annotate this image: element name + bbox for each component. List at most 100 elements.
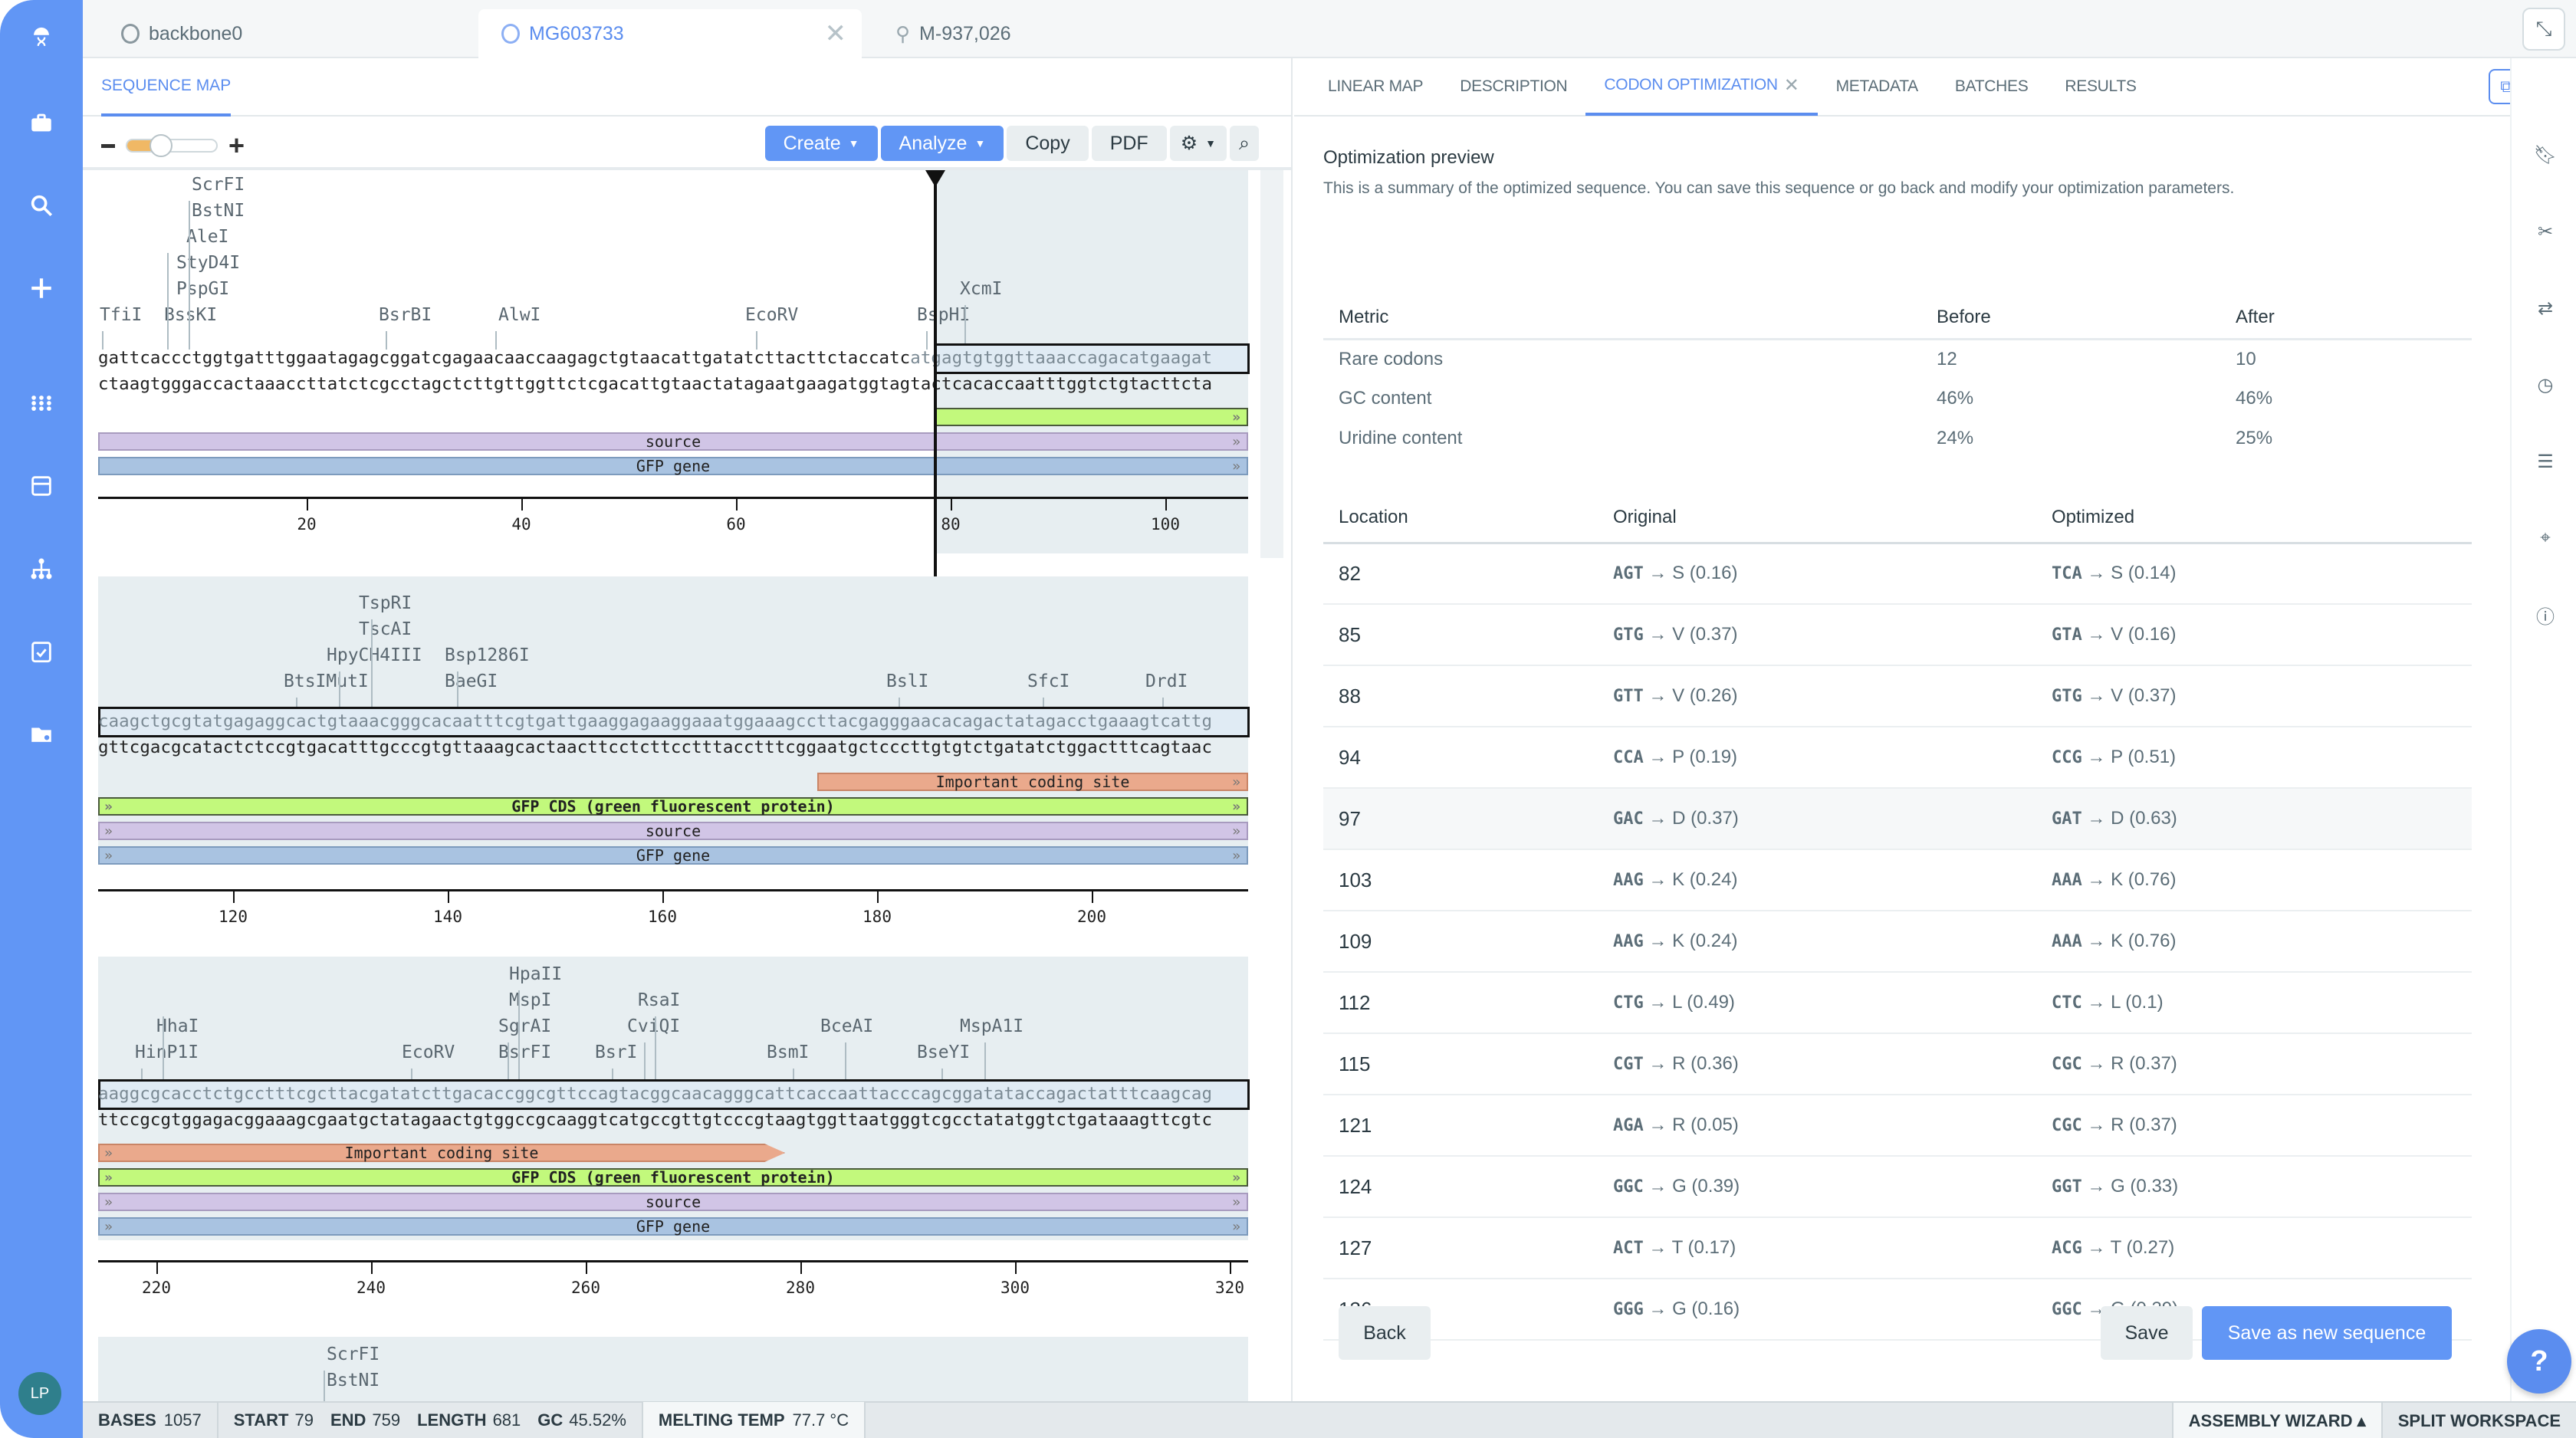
file-tab-backbone0[interactable]: backbone0 — [98, 9, 481, 58]
scissors-icon[interactable]: ✂ — [2530, 216, 2561, 247]
minimize-workspace-button[interactable]: ⤡ — [2522, 8, 2565, 51]
zoom-slider-handle[interactable] — [150, 134, 172, 157]
info-icon[interactable]: ⓘ — [2530, 599, 2561, 630]
codon-row[interactable]: 85 GTG → V (0.37) GTA → V (0.16) — [1323, 604, 2472, 666]
codon-row[interactable]: 88 GTT → V (0.26) GTG → V (0.37) — [1323, 665, 2472, 727]
enzyme-label[interactable]: PspGI — [176, 279, 229, 299]
melting-temp[interactable]: MELTING TEMP 77.7 °C — [642, 1402, 866, 1438]
save-button[interactable]: Save — [2101, 1306, 2193, 1360]
enzyme-label[interactable]: CviQI — [627, 1016, 680, 1036]
tab-codon-optimization[interactable]: CODON OPTIMIZATION ✕ — [1585, 57, 1818, 116]
bookmark-icon[interactable]: 🔖︎ — [2530, 140, 2561, 170]
tab-results[interactable]: RESULTS — [2046, 57, 2154, 116]
enzyme-label[interactable]: Bsp1286I — [445, 645, 530, 665]
codon-row[interactable]: 82 AGT → S (0.16) TCA → S (0.14) — [1323, 543, 2472, 605]
feature-gfp-cds[interactable]: » GFP CDS (green fluorescent protein) » — [98, 797, 1248, 816]
codon-row[interactable]: 103 AAG → K (0.24) AAA → K (0.76) — [1323, 849, 2472, 911]
tab-metadata[interactable]: METADATA — [1818, 57, 1937, 116]
folder-shared-icon[interactable] — [18, 711, 64, 757]
enzyme-label[interactable]: EcoRV — [402, 1042, 455, 1062]
tab-batches[interactable]: BATCHES — [1937, 57, 2047, 116]
file-tab-m937026[interactable]: ⚲ M-937,026 — [872, 9, 1256, 58]
back-button[interactable]: Back — [1339, 1306, 1431, 1360]
zoom-slider[interactable] — [126, 134, 218, 157]
sequence-viewer[interactable]: ScrFI BstNI AleI StyD4I PspGI TfiI BssKI… — [83, 170, 1293, 1401]
enzyme-label[interactable]: MspI — [509, 990, 551, 1010]
enzyme-label[interactable]: ScrFI — [327, 1344, 380, 1364]
help-button[interactable]: ? — [2507, 1329, 2571, 1394]
codon-row[interactable]: 112 CTG → L (0.49) CTC → L (0.1) — [1323, 972, 2472, 1034]
enzyme-label[interactable]: BsrFI — [498, 1042, 551, 1062]
create-button[interactable]: Create ▼ — [764, 126, 878, 161]
codon-row[interactable]: 109 AAG → K (0.24) AAA → K (0.76) — [1323, 911, 2472, 973]
enzyme-label[interactable]: BtsIMutI — [284, 671, 369, 691]
forward-strand[interactable]: caagctgcgtatgagaggcactgtaaacgggcacaatttc… — [98, 711, 1212, 731]
find-button[interactable]: ⌕ — [1229, 126, 1259, 161]
reverse-strand[interactable]: gttcgacgcatactctccgtgacatttgcccgtgttaaag… — [98, 737, 1212, 757]
align-left-icon[interactable]: ☰ — [2530, 446, 2561, 477]
analyze-button[interactable]: Analyze ▼ — [880, 126, 1004, 161]
assembly-wizard-button[interactable]: ASSEMBLY WIZARD ▴ — [2171, 1403, 2381, 1438]
enzyme-label[interactable]: HpaII — [509, 964, 562, 984]
hierarchy-icon[interactable] — [18, 546, 64, 592]
enzyme-label[interactable]: AlwI — [498, 305, 540, 325]
plus-icon[interactable] — [18, 265, 64, 311]
file-tab-mg603733[interactable]: MG603733 ✕ — [478, 9, 862, 58]
close-tab-icon[interactable]: ✕ — [825, 18, 847, 49]
enzyme-label[interactable]: XcmI — [960, 279, 1002, 299]
reverse-strand[interactable]: ctaagtgggaccactaaaccttatctcgcctagctcttgt… — [98, 374, 1212, 394]
codon-row[interactable]: 121 AGA → R (0.05) CGC → R (0.37) — [1323, 1095, 2472, 1157]
settings-dropdown-button[interactable]: ⚙ ▼ — [1169, 126, 1227, 161]
feature-source[interactable]: » source » — [98, 1193, 1248, 1211]
enzyme-label[interactable]: DrdI — [1145, 671, 1188, 691]
logo-icon[interactable] — [18, 15, 64, 61]
enzyme-label[interactable]: BstNI — [327, 1371, 380, 1390]
enzyme-label[interactable]: SfcI — [1027, 671, 1070, 691]
tab-description[interactable]: DESCRIPTION — [1441, 57, 1585, 116]
feature-important-coding-site[interactable]: Important coding site » — [817, 773, 1248, 791]
feature-gfp-gene[interactable]: » GFP gene » — [98, 1217, 1248, 1236]
clock-icon[interactable]: ◷ — [2530, 369, 2561, 400]
enzyme-label[interactable]: TscAI — [359, 619, 412, 639]
enzyme-label[interactable]: BstNI — [192, 201, 245, 221]
enzyme-label[interactable]: BsrI — [595, 1042, 637, 1062]
enzyme-label[interactable]: ScrFI — [192, 175, 245, 195]
enzyme-label[interactable]: HinP1I — [135, 1042, 199, 1062]
close-tab-icon[interactable]: ✕ — [1784, 74, 1799, 97]
feature-source[interactable]: » source » — [98, 822, 1248, 840]
swap-arrows-icon[interactable]: ⇄ — [2530, 293, 2561, 323]
feature-gfp-cds[interactable]: » GFP CDS (green fluorescent protein) » — [98, 1168, 1248, 1187]
enzyme-label[interactable]: EcoRV — [745, 305, 798, 325]
feature-gfp-gene[interactable]: » GFP gene » — [98, 846, 1248, 865]
sequence-scrollbar[interactable] — [1260, 170, 1283, 558]
enzyme-label[interactable]: TspRI — [359, 593, 412, 613]
tab-linear-map[interactable]: LINEAR MAP — [1309, 57, 1441, 116]
forward-strand[interactable]: aaggcgcacctctgcctttcgcttacgatatcttgacacc… — [98, 1084, 1212, 1104]
reverse-strand[interactable]: ttccgcgtggagacggaaagcgaatgctatagaactgtgg… — [98, 1110, 1212, 1130]
enzyme-label[interactable]: TfiI — [100, 305, 142, 325]
feature-source[interactable]: source » — [98, 432, 1248, 451]
enzyme-label[interactable]: BssKI — [164, 305, 217, 325]
codon-row[interactable]: 94 CCA → P (0.19) CCG → P (0.51) — [1323, 727, 2472, 789]
zoom-out-button[interactable] — [101, 143, 115, 148]
target-icon[interactable]: ⌖ — [2530, 523, 2561, 553]
codon-row[interactable]: 124 GGC → G (0.39) GGT → G (0.33) — [1323, 1156, 2472, 1218]
inbox-icon[interactable] — [18, 463, 64, 509]
enzyme-label[interactable]: BspHI — [917, 305, 970, 325]
enzyme-label[interactable]: BsmI — [767, 1042, 809, 1062]
feature-gfp-gene[interactable]: GFP gene » — [98, 457, 1248, 475]
enzyme-label[interactable]: BaeGI — [445, 671, 498, 691]
checklist-icon[interactable] — [18, 629, 64, 675]
enzyme-label[interactable]: AleI — [186, 227, 228, 247]
enzyme-label[interactable]: SgrAI — [498, 1016, 551, 1036]
search-icon[interactable] — [18, 182, 64, 228]
feature-gfp-cds[interactable]: » — [934, 408, 1248, 426]
enzyme-label[interactable]: BslI — [886, 671, 928, 691]
enzyme-label[interactable]: BsrBI — [379, 305, 432, 325]
enzyme-label[interactable]: RsaI — [638, 990, 680, 1010]
codon-row[interactable]: 97 GAC → D (0.37) GAT → D (0.63) — [1323, 788, 2472, 850]
codon-row[interactable]: 115 CGT → R (0.36) CGC → R (0.37) — [1323, 1033, 2472, 1095]
codon-row[interactable]: 127 ACT → T (0.17) ACG → T (0.27) — [1323, 1217, 2472, 1279]
user-avatar[interactable]: LP — [18, 1372, 61, 1415]
enzyme-label[interactable]: BseYI — [917, 1042, 970, 1062]
